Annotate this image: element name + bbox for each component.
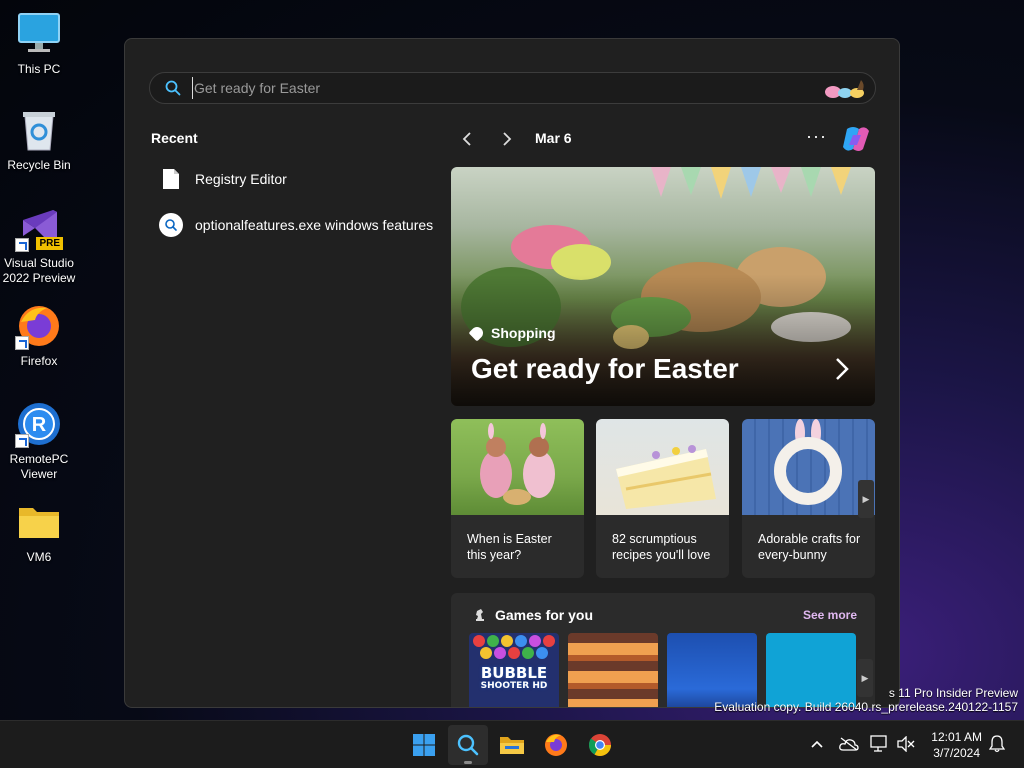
tag-icon <box>468 324 486 342</box>
desktop-icon-visual-studio[interactable]: PRE Visual Studio 2022 Preview <box>0 204 78 286</box>
shortcut-arrow-icon <box>15 434 29 448</box>
see-more-link[interactable]: See more <box>803 608 857 622</box>
wreath-image <box>742 419 875 515</box>
search-icon <box>457 734 479 756</box>
firefox-button[interactable] <box>536 725 576 765</box>
recent-item-label: Registry Editor <box>195 171 287 187</box>
easter-eggs-illustration <box>823 78 871 100</box>
display-icon <box>870 735 887 752</box>
kids-easter-image <box>451 419 584 515</box>
card-easter-recipes[interactable]: 82 scrumptious recipes you'll love <box>596 419 729 578</box>
recent-item-registry-editor[interactable]: Registry Editor <box>159 161 439 197</box>
desktop-icon-label: This PC <box>17 62 61 76</box>
hero-category-label: Shopping <box>491 325 556 341</box>
games-title: Games for you <box>495 607 594 623</box>
folder-icon <box>15 498 63 546</box>
chevron-right-icon: ▶ <box>862 493 870 504</box>
shortcut-arrow-icon <box>15 238 29 252</box>
firefox-icon <box>545 734 567 756</box>
watermark-line-2: Evaluation copy. Build 26040.rs_prerelea… <box>714 700 1018 714</box>
desktop-icon-firefox[interactable]: Firefox <box>0 302 78 369</box>
desktop-icon-label: Recycle Bin <box>7 158 71 172</box>
recent-item-optionalfeatures[interactable]: optionalfeatures.exe windows features <box>159 207 439 243</box>
desktop-icon-vm6[interactable]: VM6 <box>0 498 78 565</box>
show-hidden-icons-button[interactable] <box>806 733 828 755</box>
clock-time: 12:01 AM <box>931 730 982 744</box>
evaluation-watermark: s 11 Pro Insider Preview Evaluation copy… <box>714 686 1018 714</box>
cake-image <box>596 419 729 515</box>
card-text: When is Easter this year? <box>467 532 552 562</box>
recycle-bin-icon <box>15 106 63 154</box>
clock-date: 3/7/2024 <box>933 746 980 760</box>
volume-button[interactable] <box>895 733 917 755</box>
chevron-up-icon <box>811 740 823 748</box>
speaker-muted-icon <box>897 736 915 752</box>
desktop-icon-label: RemotePC Viewer <box>9 452 69 481</box>
desktop-icon-label: VM6 <box>26 550 52 564</box>
watermark-line-1: s 11 Pro Insider Preview <box>888 686 1018 700</box>
copilot-button[interactable] <box>839 125 873 153</box>
hero-card-easter[interactable]: Shopping Get ready for Easter <box>451 167 875 406</box>
desktop-icon-label: Visual Studio 2022 Preview <box>2 256 76 285</box>
bell-icon <box>989 735 1005 753</box>
monitor-icon <box>15 10 63 58</box>
chrome-button[interactable] <box>580 725 620 765</box>
chevron-right-icon <box>503 132 512 146</box>
recent-heading: Recent <box>151 130 198 146</box>
card-easter-date[interactable]: When is Easter this year? <box>451 419 584 578</box>
file-explorer-button[interactable] <box>492 725 532 765</box>
game-logo-text: BUBBLE SHOOTER HD <box>480 664 548 691</box>
chess-knight-icon <box>476 609 484 621</box>
active-indicator <box>464 761 472 764</box>
hero-category: Shopping <box>468 324 556 342</box>
desktop-icon-this-pc[interactable]: This PC <box>0 10 78 77</box>
more-options-button[interactable]: ··· <box>806 126 827 147</box>
chevron-right-icon: ▶ <box>861 672 869 683</box>
search-icon <box>165 80 181 96</box>
desktop-icon-recycle-bin[interactable]: Recycle Bin <box>0 106 78 173</box>
cards-scroll-right-button[interactable]: ▶ <box>858 480 874 518</box>
highlights-date: Mar 6 <box>535 130 572 146</box>
search-input[interactable] <box>192 77 792 99</box>
cloud-offline-icon <box>839 737 859 751</box>
start-button[interactable] <box>404 725 444 765</box>
chevron-left-icon <box>462 132 471 146</box>
hero-arrow-button[interactable] <box>835 357 849 388</box>
game-tile-2[interactable] <box>568 633 658 707</box>
game-tile-bubble-shooter[interactable]: BUBBLE SHOOTER HD <box>469 633 559 707</box>
firefox-icon <box>15 302 63 350</box>
card-text: 82 scrumptious recipes you'll love <box>612 532 711 562</box>
previous-button[interactable] <box>457 129 477 149</box>
onedrive-button[interactable] <box>838 733 860 755</box>
highlights-nav: Mar 6 ··· <box>451 125 875 153</box>
search-button[interactable] <box>448 725 488 765</box>
chevron-right-icon <box>836 358 849 380</box>
clock[interactable]: 12:01 AM 3/7/2024 <box>931 729 982 761</box>
copilot-icon <box>843 127 869 151</box>
notifications-button[interactable] <box>986 733 1008 755</box>
file-icon <box>159 167 183 191</box>
search-box[interactable] <box>149 72 876 104</box>
desktop-icon-remotepc[interactable]: R RemotePC Viewer <box>0 400 78 482</box>
windows-logo-icon <box>413 734 435 756</box>
card-easter-crafts[interactable]: Adorable crafts for every-bunny <box>742 419 875 578</box>
recent-item-label: optionalfeatures.exe windows features <box>195 217 434 233</box>
desktop-icon-label: Firefox <box>20 354 58 368</box>
next-button[interactable] <box>497 129 517 149</box>
hero-title: Get ready for Easter <box>471 353 739 384</box>
svg-text:R: R <box>32 414 47 436</box>
card-text: Adorable crafts for every-bunny <box>758 532 861 562</box>
games-heading: Games for you <box>473 607 593 623</box>
chrome-icon <box>588 734 611 756</box>
visual-studio-icon: PRE <box>15 204 63 252</box>
shortcut-arrow-icon <box>15 336 29 350</box>
folder-icon <box>500 737 524 754</box>
remotepc-icon: R <box>15 400 63 448</box>
network-button[interactable] <box>869 733 891 755</box>
taskbar: 12:01 AM 3/7/2024 <box>0 720 1024 768</box>
search-icon <box>159 213 183 237</box>
pre-badge: PRE <box>36 237 63 250</box>
search-flyout: Recent Registry Editor optionalfeatures.… <box>124 38 900 708</box>
